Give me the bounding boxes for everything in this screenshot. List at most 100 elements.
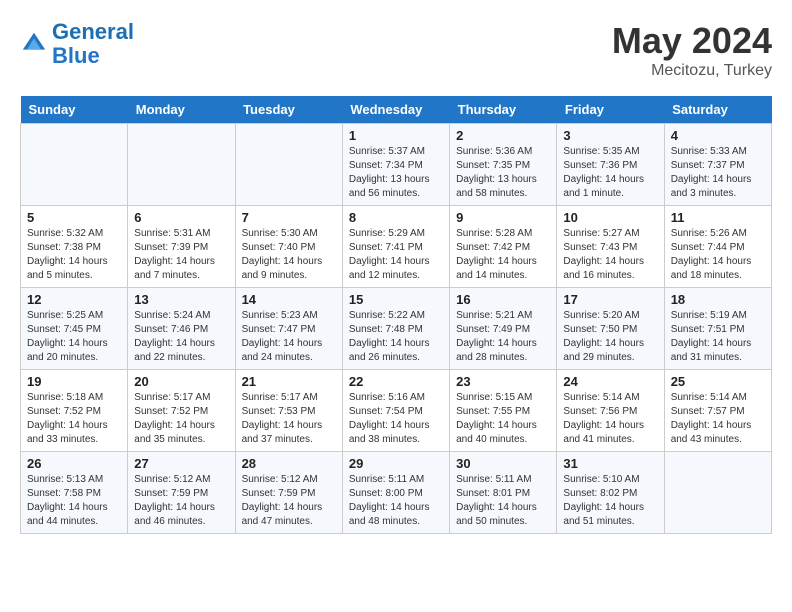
- day-info: Sunrise: 5:11 AMSunset: 8:01 PMDaylight:…: [456, 473, 550, 529]
- day-info: Sunrise: 5:11 AMSunset: 8:00 PMDaylight:…: [349, 473, 443, 529]
- calendar-cell: 16Sunrise: 5:21 AMSunset: 7:49 PMDayligh…: [450, 288, 557, 370]
- day-number: 12: [27, 292, 121, 307]
- calendar-cell: 17Sunrise: 5:20 AMSunset: 7:50 PMDayligh…: [557, 288, 664, 370]
- day-number: 19: [27, 374, 121, 389]
- day-info: Sunrise: 5:33 AMSunset: 7:37 PMDaylight:…: [671, 145, 765, 201]
- month-year: May 2024: [612, 20, 772, 62]
- calendar-cell: [21, 124, 128, 206]
- day-info: Sunrise: 5:36 AMSunset: 7:35 PMDaylight:…: [456, 145, 550, 201]
- calendar-cell: [128, 124, 235, 206]
- calendar-week-row: 1 Sunrise: 5:37 AMSunset: 7:34 PMDaylight…: [21, 124, 772, 206]
- calendar-cell: [235, 124, 342, 206]
- calendar-cell: 13 Sunrise: 5:24 AMSunset: 7:46 PMDayligh…: [128, 288, 235, 370]
- calendar-cell: 18 Sunrise: 5:19 AMSunset: 7:51 PMDayligh…: [664, 288, 771, 370]
- day-number: 22: [349, 374, 443, 389]
- day-number: 23: [456, 374, 550, 389]
- day-info: Sunrise: 5:24 AMSunset: 7:46 PMDaylight:…: [134, 309, 228, 365]
- calendar-cell: 25Sunrise: 5:14 AMSunset: 7:57 PMDayligh…: [664, 370, 771, 452]
- calendar-cell: 8 Sunrise: 5:29 AMSunset: 7:41 PMDaylight…: [342, 206, 449, 288]
- calendar-cell: 29 Sunrise: 5:11 AMSunset: 8:00 PMDayligh…: [342, 452, 449, 534]
- page-header: General Blue May 2024 Mecitozu, Turkey: [20, 20, 772, 80]
- calendar-cell: 4 Sunrise: 5:33 AMSunset: 7:37 PMDaylight…: [664, 124, 771, 206]
- calendar-cell: 19 Sunrise: 5:18 AMSunset: 7:52 PMDayligh…: [21, 370, 128, 452]
- weekday-header: Saturday: [664, 96, 771, 124]
- weekday-header: Friday: [557, 96, 664, 124]
- day-info: Sunrise: 5:25 AMSunset: 7:45 PMDaylight:…: [27, 309, 121, 365]
- calendar-week-row: 19 Sunrise: 5:18 AMSunset: 7:52 PMDayligh…: [21, 370, 772, 452]
- calendar-cell: 24 Sunrise: 5:14 AMSunset: 7:56 PMDayligh…: [557, 370, 664, 452]
- weekday-header: Thursday: [450, 96, 557, 124]
- day-number: 17: [563, 292, 657, 307]
- calendar-cell: 3Sunrise: 5:35 AMSunset: 7:36 PMDaylight…: [557, 124, 664, 206]
- day-info: Sunrise: 5:15 AMSunset: 7:55 PMDaylight:…: [456, 391, 550, 447]
- calendar-cell: 2 Sunrise: 5:36 AMSunset: 7:35 PMDaylight…: [450, 124, 557, 206]
- calendar-cell: 1 Sunrise: 5:37 AMSunset: 7:34 PMDaylight…: [342, 124, 449, 206]
- calendar-cell: 30 Sunrise: 5:11 AMSunset: 8:01 PMDayligh…: [450, 452, 557, 534]
- day-info: Sunrise: 5:32 AMSunset: 7:38 PMDaylight:…: [27, 227, 121, 283]
- day-number: 7: [242, 210, 336, 225]
- weekday-header-row: SundayMondayTuesdayWednesdayThursdayFrid…: [21, 96, 772, 124]
- weekday-header: Wednesday: [342, 96, 449, 124]
- day-info: Sunrise: 5:37 AMSunset: 7:34 PMDaylight:…: [349, 145, 443, 201]
- calendar-week-row: 26 Sunrise: 5:13 AMSunset: 7:58 PMDayligh…: [21, 452, 772, 534]
- logo-line1: General: [52, 19, 134, 44]
- day-info: Sunrise: 5:29 AMSunset: 7:41 PMDaylight:…: [349, 227, 443, 283]
- day-number: 26: [27, 456, 121, 471]
- day-info: Sunrise: 5:14 AMSunset: 7:57 PMDaylight:…: [671, 391, 765, 447]
- calendar-cell: 14 Sunrise: 5:23 AMSunset: 7:47 PMDayligh…: [235, 288, 342, 370]
- day-number: 6: [134, 210, 228, 225]
- day-number: 13: [134, 292, 228, 307]
- day-number: 20: [134, 374, 228, 389]
- day-number: 15: [349, 292, 443, 307]
- day-info: Sunrise: 5:17 AMSunset: 7:52 PMDaylight:…: [134, 391, 228, 447]
- calendar-cell: 31 Sunrise: 5:10 AMSunset: 8:02 PMDayligh…: [557, 452, 664, 534]
- calendar-week-row: 12 Sunrise: 5:25 AMSunset: 7:45 PMDayligh…: [21, 288, 772, 370]
- logo: General Blue: [20, 20, 134, 68]
- day-number: 2: [456, 128, 550, 143]
- day-number: 31: [563, 456, 657, 471]
- calendar-cell: 15Sunrise: 5:22 AMSunset: 7:48 PMDayligh…: [342, 288, 449, 370]
- day-number: 29: [349, 456, 443, 471]
- day-info: Sunrise: 5:18 AMSunset: 7:52 PMDaylight:…: [27, 391, 121, 447]
- calendar-table: SundayMondayTuesdayWednesdayThursdayFrid…: [20, 96, 772, 534]
- day-number: 21: [242, 374, 336, 389]
- calendar-cell: 27 Sunrise: 5:12 AMSunset: 7:59 PMDayligh…: [128, 452, 235, 534]
- day-number: 18: [671, 292, 765, 307]
- day-number: 14: [242, 292, 336, 307]
- day-info: Sunrise: 5:30 AMSunset: 7:40 PMDaylight:…: [242, 227, 336, 283]
- calendar-cell: 7 Sunrise: 5:30 AMSunset: 7:40 PMDaylight…: [235, 206, 342, 288]
- calendar-cell: 28 Sunrise: 5:12 AMSunset: 7:59 PMDayligh…: [235, 452, 342, 534]
- day-number: 1: [349, 128, 443, 143]
- logo-text: General Blue: [52, 20, 134, 68]
- calendar-cell: 10Sunrise: 5:27 AMSunset: 7:43 PMDayligh…: [557, 206, 664, 288]
- day-info: Sunrise: 5:12 AMSunset: 7:59 PMDaylight:…: [134, 473, 228, 529]
- day-number: 16: [456, 292, 550, 307]
- calendar-cell: 23 Sunrise: 5:15 AMSunset: 7:55 PMDayligh…: [450, 370, 557, 452]
- calendar-week-row: 5Sunrise: 5:32 AMSunset: 7:38 PMDaylight…: [21, 206, 772, 288]
- weekday-header: Monday: [128, 96, 235, 124]
- day-info: Sunrise: 5:23 AMSunset: 7:47 PMDaylight:…: [242, 309, 336, 365]
- weekday-header: Tuesday: [235, 96, 342, 124]
- day-info: Sunrise: 5:12 AMSunset: 7:59 PMDaylight:…: [242, 473, 336, 529]
- calendar-cell: 22 Sunrise: 5:16 AMSunset: 7:54 PMDayligh…: [342, 370, 449, 452]
- day-info: Sunrise: 5:19 AMSunset: 7:51 PMDaylight:…: [671, 309, 765, 365]
- day-info: Sunrise: 5:14 AMSunset: 7:56 PMDaylight:…: [563, 391, 657, 447]
- calendar-cell: 12 Sunrise: 5:25 AMSunset: 7:45 PMDayligh…: [21, 288, 128, 370]
- day-number: 10: [563, 210, 657, 225]
- weekday-header: Sunday: [21, 96, 128, 124]
- calendar-cell: 9Sunrise: 5:28 AMSunset: 7:42 PMDaylight…: [450, 206, 557, 288]
- day-info: Sunrise: 5:16 AMSunset: 7:54 PMDaylight:…: [349, 391, 443, 447]
- day-info: Sunrise: 5:10 AMSunset: 8:02 PMDaylight:…: [563, 473, 657, 529]
- day-number: 8: [349, 210, 443, 225]
- day-number: 27: [134, 456, 228, 471]
- day-number: 30: [456, 456, 550, 471]
- title-block: May 2024 Mecitozu, Turkey: [612, 20, 772, 80]
- day-number: 28: [242, 456, 336, 471]
- calendar-cell: [664, 452, 771, 534]
- day-info: Sunrise: 5:13 AMSunset: 7:58 PMDaylight:…: [27, 473, 121, 529]
- day-number: 24: [563, 374, 657, 389]
- day-info: Sunrise: 5:35 AMSunset: 7:36 PMDaylight:…: [563, 145, 657, 201]
- day-number: 4: [671, 128, 765, 143]
- day-info: Sunrise: 5:17 AMSunset: 7:53 PMDaylight:…: [242, 391, 336, 447]
- calendar-cell: 6Sunrise: 5:31 AMSunset: 7:39 PMDaylight…: [128, 206, 235, 288]
